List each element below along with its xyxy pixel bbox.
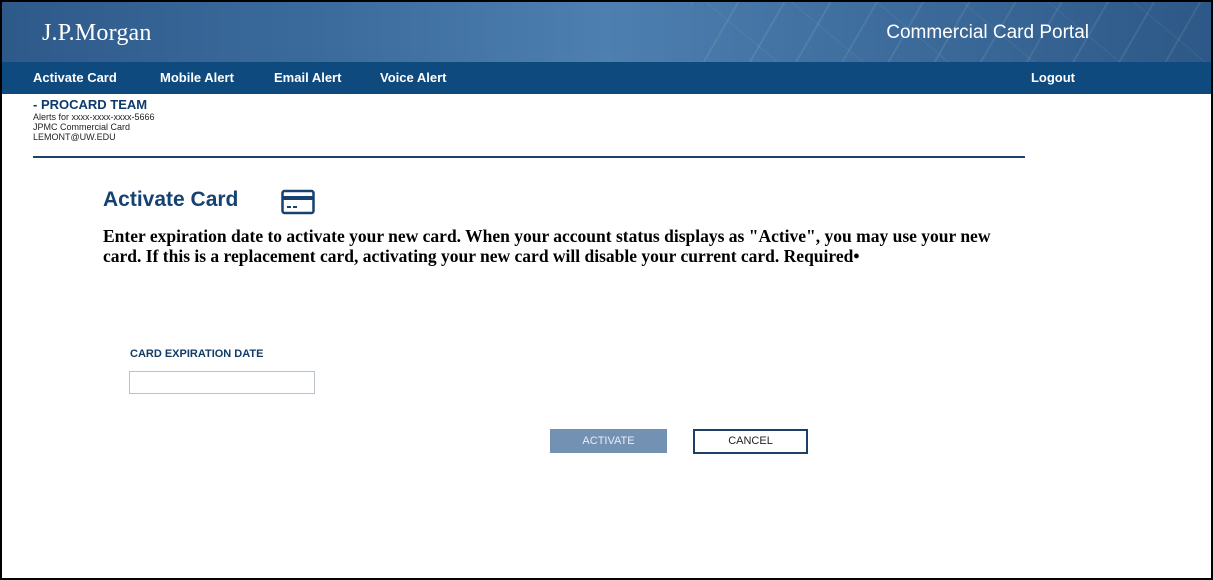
nav-item-voice-alert[interactable]: Voice Alert — [380, 70, 446, 85]
cancel-button[interactable]: CANCEL — [693, 429, 808, 454]
header-banner: J.P.Morgan Commercial Card Portal — [2, 2, 1211, 62]
activation-instructions: Enter expiration date to activate your n… — [103, 226, 991, 266]
nav-item-email-alert[interactable]: Email Alert — [274, 70, 341, 85]
page-frame: J.P.Morgan Commercial Card Portal Activa… — [0, 0, 1213, 580]
account-email: LEMONT@UW.EDU — [33, 132, 116, 142]
card-expiration-date-input[interactable] — [129, 371, 315, 394]
nav-item-mobile-alert[interactable]: Mobile Alert — [160, 70, 234, 85]
activate-button[interactable]: ACTIVATE — [550, 429, 667, 453]
section-divider — [33, 156, 1025, 158]
account-name: - PROCARD TEAM — [33, 97, 148, 112]
logout-link[interactable]: Logout — [1031, 70, 1075, 85]
nav-item-activate-card[interactable]: Activate Card — [33, 70, 117, 85]
credit-card-icon — [281, 189, 315, 215]
nav-bar: Activate Card Mobile Alert Email Alert V… — [2, 62, 1211, 94]
card-expiration-date-label: CARD EXPIRATION DATE — [130, 348, 264, 360]
account-alerts-for: Alerts for xxxx-xxxx-xxxx-5666 — [33, 112, 155, 122]
account-info: - PROCARD TEAM Alerts for xxxx-xxxx-xxxx… — [33, 97, 155, 143]
account-program: JPMC Commercial Card — [33, 122, 131, 132]
portal-title: Commercial Card Portal — [886, 22, 1089, 43]
page-title: Activate Card — [103, 188, 239, 211]
jpmorgan-logo: J.P.Morgan — [42, 20, 152, 46]
